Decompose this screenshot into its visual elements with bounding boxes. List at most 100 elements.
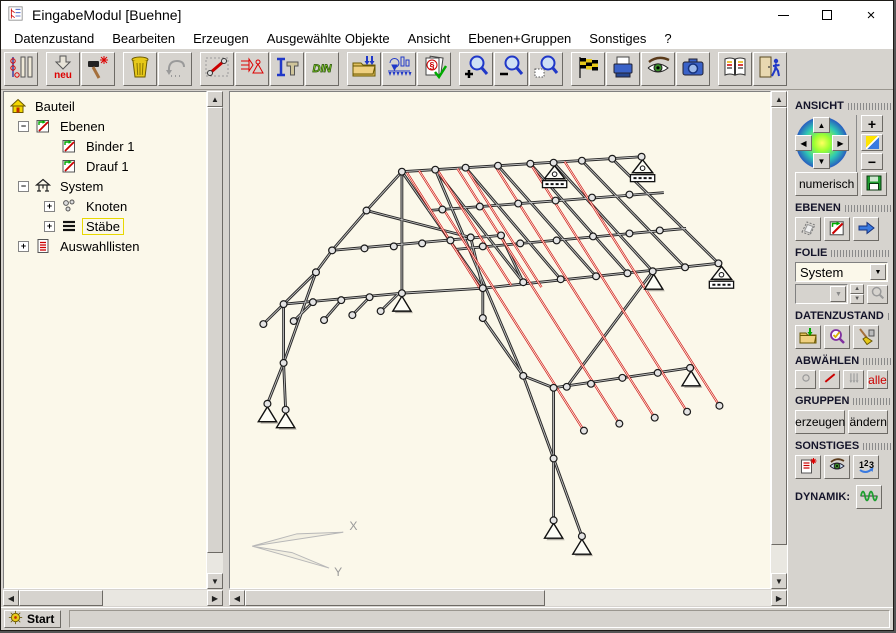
clean-state-button[interactable]	[853, 325, 879, 349]
maximize-button[interactable]	[805, 2, 849, 28]
structure-node	[563, 383, 570, 390]
load-distribution-button[interactable]	[382, 52, 416, 86]
model-canvas[interactable]: XY	[229, 91, 771, 589]
collapse-icon[interactable]: −	[18, 181, 29, 192]
print-button[interactable]	[606, 52, 640, 86]
collapse-icon[interactable]: −	[18, 121, 29, 132]
menu-sonstiges[interactable]: Sonstiges	[580, 30, 655, 47]
structure-node	[366, 294, 373, 301]
delete-button[interactable]	[123, 52, 157, 86]
arrows-down-icon	[847, 371, 861, 388]
menu-ausgew-hlte-objekte[interactable]: Ausgewählte Objekte	[258, 30, 399, 47]
group-change-button[interactable]: ändern	[848, 410, 888, 434]
check-state-button[interactable]	[824, 325, 850, 349]
canvas-vscroll-track[interactable]	[771, 545, 787, 573]
tree-hscroll-track[interactable]	[103, 590, 207, 606]
start-button[interactable]: Start	[4, 610, 61, 628]
scroll-right-icon[interactable]: ▶	[207, 590, 223, 606]
cross-section-button[interactable]	[270, 52, 304, 86]
menu-bearbeiten[interactable]: Bearbeiten	[103, 30, 184, 47]
save-view-button[interactable]	[861, 172, 887, 196]
menu-ebenen-gruppen[interactable]: Ebenen+Gruppen	[459, 30, 580, 47]
menu--[interactable]: ?	[655, 30, 680, 47]
zoom-in-button[interactable]	[459, 52, 493, 86]
scroll-down-icon[interactable]: ▼	[207, 573, 223, 589]
zoom-window-button[interactable]	[529, 52, 563, 86]
exit-button[interactable]	[753, 52, 787, 86]
tree-item-knoten[interactable]: +Knoten	[4, 196, 206, 216]
scroll-down-icon[interactable]: ▼	[771, 573, 787, 589]
folie-select[interactable]: System ▼	[795, 262, 888, 282]
canvas-vertical-scrollbar[interactable]: ▲ ▼	[771, 91, 787, 589]
tree-item-bauteil[interactable]: Bauteil	[4, 96, 206, 116]
expand-icon[interactable]: +	[44, 221, 55, 232]
snapshot-button[interactable]	[676, 52, 710, 86]
view-options-button[interactable]	[824, 455, 850, 479]
zoom-out-button[interactable]	[494, 52, 528, 86]
scroll-left-icon[interactable]: ◀	[3, 590, 19, 606]
tree-item-drauf-1[interactable]: Drauf 1	[4, 156, 206, 176]
render-mode-button[interactable]	[861, 134, 883, 151]
tree-item-auswahllisten[interactable]: +Auswahllisten	[4, 236, 206, 256]
undo-button[interactable]	[158, 52, 192, 86]
hatch-strip	[853, 398, 891, 405]
new-part-button[interactable]: neu	[46, 52, 80, 86]
scroll-up-icon[interactable]: ▲	[771, 91, 787, 107]
minimize-button[interactable]	[761, 2, 805, 28]
create-object-button[interactable]	[81, 52, 115, 86]
plane-edit-button[interactable]	[824, 217, 850, 241]
load-state-button[interactable]	[795, 325, 821, 349]
tree-vscroll-track[interactable]	[207, 553, 223, 573]
canvas-hscroll-track[interactable]	[545, 590, 771, 606]
edit-member-button[interactable]	[200, 52, 234, 86]
structure-node	[590, 233, 597, 240]
tree-item-binder-1[interactable]: Binder 1	[4, 136, 206, 156]
din-standard-button[interactable]: DIN	[305, 52, 339, 86]
plane-next-button[interactable]	[853, 217, 879, 241]
scroll-left-icon[interactable]: ◀	[229, 590, 245, 606]
rotate-right-button[interactable]: ▶	[832, 135, 849, 151]
rotate-down-button[interactable]: ▼	[813, 153, 830, 169]
numeric-view-button[interactable]: numerisch	[795, 172, 858, 196]
tree-item-stäbe[interactable]: + Stäbe	[4, 216, 206, 236]
rotate-up-button[interactable]: ▲	[813, 117, 830, 133]
documentation-button[interactable]	[718, 52, 752, 86]
renumber-button[interactable]: 123	[853, 455, 879, 479]
tree-hscroll-thumb[interactable]	[19, 590, 103, 606]
new-list-button[interactable]	[795, 455, 821, 479]
menu-erzeugen[interactable]: Erzeugen	[184, 30, 258, 47]
rotate-left-button[interactable]: ◀	[795, 135, 812, 151]
chevron-down-icon[interactable]: ▼	[870, 264, 886, 280]
canvas-hscroll-thumb[interactable]	[245, 590, 545, 606]
deselect-all-button[interactable]: alle	[867, 370, 888, 389]
expand-icon[interactable]: +	[44, 201, 55, 212]
import-loads-button[interactable]	[347, 52, 381, 86]
tree-horizontal-scrollbar[interactable]: ◀ ▶	[3, 590, 223, 606]
tree-item-system[interactable]: −System	[4, 176, 206, 196]
tree-vertical-scrollbar[interactable]: ▲ ▼	[207, 91, 223, 589]
expand-icon[interactable]: +	[18, 241, 29, 252]
deselect-members-button[interactable]	[819, 370, 840, 389]
edit-support-button[interactable]	[235, 52, 269, 86]
tree-label: Stäbe	[82, 218, 124, 235]
dynamics-button[interactable]	[856, 485, 882, 509]
tree-item-ebenen[interactable]: −Ebenen	[4, 116, 206, 136]
tree-vscroll-thumb[interactable]	[207, 107, 223, 553]
zoom-minus-button[interactable]: −	[861, 153, 883, 170]
canvas-vscroll-thumb[interactable]	[771, 107, 787, 545]
close-button[interactable]: ×	[849, 2, 893, 28]
menu-datenzustand[interactable]: Datenzustand	[5, 30, 103, 47]
view-results-button[interactable]	[641, 52, 675, 86]
menu-ansicht[interactable]: Ansicht	[399, 30, 460, 47]
plane-3d-button[interactable]	[795, 217, 821, 241]
calculate-button[interactable]	[571, 52, 605, 86]
part-manager-button[interactable]	[4, 52, 38, 86]
zoom-plus-button[interactable]: +	[861, 115, 883, 132]
norm-check-button[interactable]: §	[417, 52, 451, 86]
scroll-right-icon[interactable]: ▶	[771, 590, 787, 606]
flag-icon	[575, 54, 601, 85]
folie-spinner[interactable]: ▲▼	[850, 284, 863, 304]
scroll-up-icon[interactable]: ▲	[207, 91, 223, 107]
group-create-button[interactable]: erzeugen	[795, 410, 845, 434]
canvas-horizontal-scrollbar[interactable]: ◀ ▶	[229, 590, 787, 606]
